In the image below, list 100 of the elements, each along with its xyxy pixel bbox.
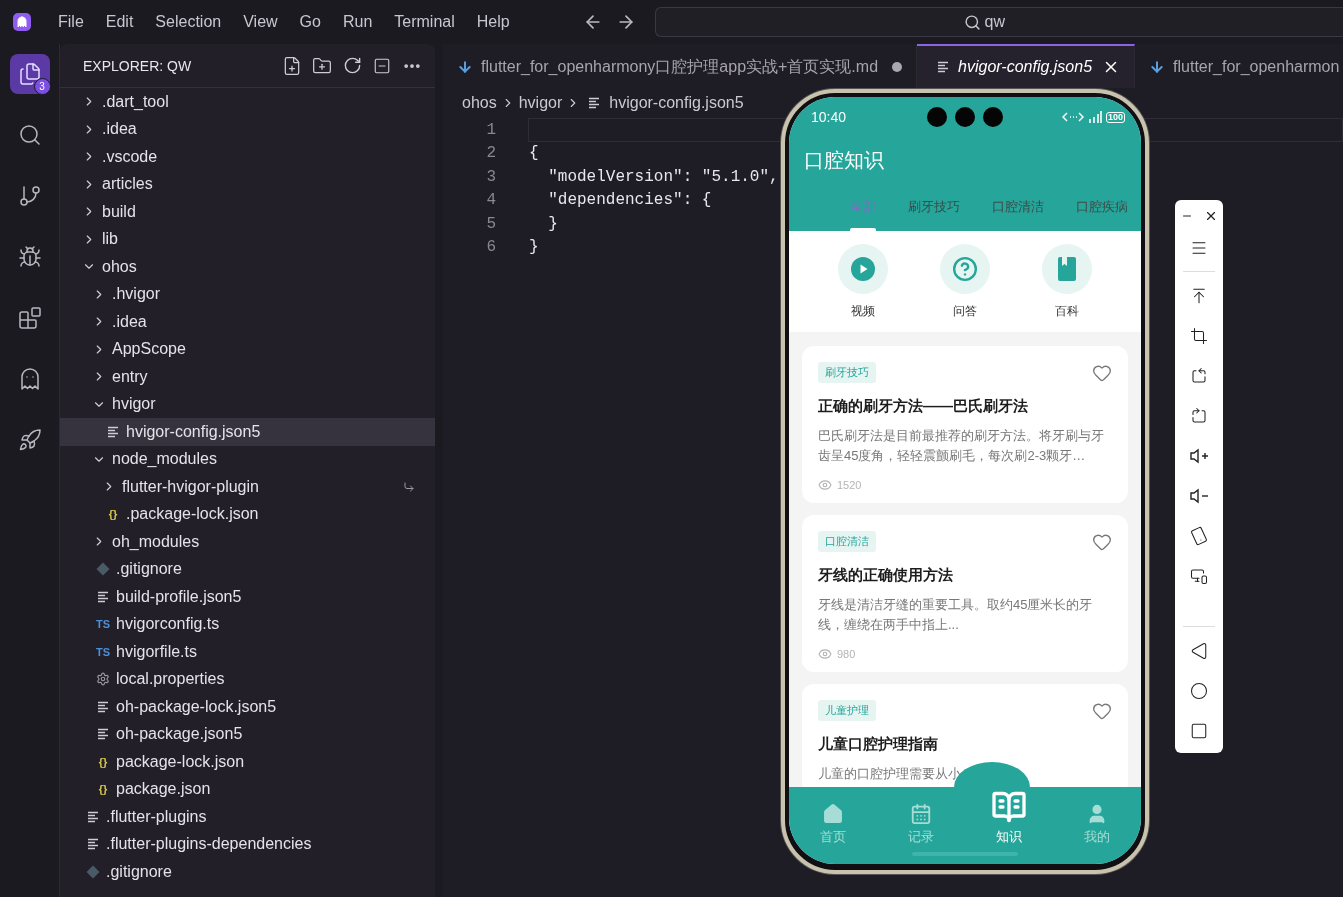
menu-item[interactable]: Run	[331, 13, 384, 31]
tree-item[interactable]: ohos	[60, 253, 435, 281]
tree-item[interactable]: hvigor-config.json5	[60, 418, 435, 446]
page-title: 口腔知识	[803, 148, 885, 173]
editor-tab[interactable]: hvigor-config.json5	[917, 44, 1136, 88]
tree-item[interactable]: articles	[60, 170, 435, 198]
lines-icon	[588, 97, 602, 109]
article-description: 儿童的口腔护理需要从小	[818, 765, 962, 783]
category-tag: 口腔清洁	[818, 531, 876, 552]
tree-item[interactable]: {} package-lock.json	[60, 748, 435, 776]
camera-dot	[927, 107, 947, 127]
code-line: }	[547, 214, 558, 233]
line-number: 2	[485, 144, 496, 163]
tree-item[interactable]: .gitignore	[60, 555, 435, 583]
tree-item[interactable]: AppScope	[60, 335, 435, 363]
devices-icon	[1190, 567, 1208, 585]
view-count: 1520	[837, 479, 862, 491]
line-number: 3	[485, 167, 496, 186]
editor-tab[interactable]: flutter_for_openharmon	[1135, 44, 1343, 88]
activity-button[interactable]: 3	[9, 54, 50, 94]
lines-icon	[937, 61, 951, 73]
blocks-icon	[17, 306, 42, 330]
menu-item[interactable]: Terminal	[383, 13, 466, 31]
article-title: 牙线的正确使用方法	[818, 566, 954, 585]
tree-item[interactable]: flutter-hvigor-plugin	[60, 473, 435, 501]
search-field[interactable]: qw	[654, 7, 1343, 37]
heart-icon[interactable]	[1092, 363, 1112, 383]
menu-item[interactable]: Help	[465, 13, 521, 31]
circle-icon	[1190, 682, 1208, 700]
new-file-icon[interactable]	[282, 55, 302, 76]
back-icon	[1190, 642, 1208, 660]
tree-item[interactable]: lib	[60, 225, 435, 253]
shortcut-button[interactable]	[1042, 244, 1092, 294]
lines-icon	[86, 838, 100, 851]
tree-item[interactable]: .flutter-plugins-dependencies	[60, 830, 435, 858]
eye-icon	[818, 647, 832, 661]
tree-item[interactable]: node_modules	[60, 445, 435, 473]
tree-item[interactable]: build	[60, 198, 435, 226]
tree-item[interactable]: .vscode	[60, 143, 435, 171]
breadcrumb[interactable]: ohos	[462, 94, 497, 112]
gear-icon	[96, 672, 110, 687]
tree-item[interactable]: .idea	[60, 308, 435, 336]
tree-item[interactable]: .gitignore	[60, 858, 435, 886]
tree-item[interactable]: {} .package-lock.json	[60, 500, 435, 528]
question-icon	[952, 256, 978, 282]
article-card[interactable]: 刷牙技巧 正确的刷牙方法——巴氏刷牙法 巴氏刷牙法是目前最推荐的刷牙方法。将牙刷与牙齿呈45度角，轻轻震颤刷毛，每次刷2-3颗牙… 1520	[802, 346, 1128, 503]
breadcrumb[interactable]: hvigor-config.json5	[609, 94, 744, 112]
heart-icon[interactable]	[1092, 701, 1112, 721]
shortcut-label: 百科	[1055, 303, 1079, 320]
article-card[interactable]: 口腔清洁 牙线的正确使用方法 牙线是清洁牙缝的重要工具。取约45厘米长的牙线，缠绕在两手中指上... 980	[802, 515, 1128, 672]
home-icon	[822, 803, 844, 825]
lines-icon	[96, 728, 110, 741]
menu-item[interactable]: File	[47, 13, 95, 31]
tree-item[interactable]: .hvigor	[60, 280, 435, 308]
tree-item[interactable]: entry	[60, 363, 435, 391]
line-number: 5	[485, 214, 496, 233]
arrow-up-to-line-icon	[1190, 287, 1208, 305]
tree-item[interactable]: TS hvigorconfig.ts	[60, 610, 435, 638]
menu-item[interactable]: Edit	[94, 13, 145, 31]
shortcut-button[interactable]	[838, 244, 888, 294]
branch-icon	[17, 184, 42, 208]
tree-item[interactable]: hvigor	[60, 390, 435, 418]
menu-item[interactable]: View	[232, 13, 289, 31]
collapse-icon[interactable]	[373, 56, 391, 75]
tree-item[interactable]: .dart_tool	[60, 88, 435, 116]
volume-up-icon	[1189, 448, 1209, 464]
tree-item[interactable]: {} package.json	[60, 775, 435, 803]
article-description: 巴氏刷牙法是目前最推荐的刷牙方法。将牙刷与牙齿呈45度角，轻轻震颤刷毛，每次刷2-3颗牙…	[818, 427, 1105, 465]
editor-tab[interactable]: flutter_for_openharmony口腔护理app实战+首页实现.md	[443, 44, 918, 88]
code-line: }	[529, 238, 539, 257]
crop-icon	[1190, 327, 1208, 345]
article-card[interactable]: 儿童护理 儿童口腔护理指南 儿童的口腔护理需要从小	[802, 684, 1128, 787]
ts-icon: TS	[96, 643, 111, 660]
category-tag: 儿童护理	[818, 700, 876, 721]
tree-item[interactable]: .idea	[60, 115, 435, 143]
refresh-icon[interactable]	[342, 56, 362, 75]
menu-item[interactable]: Go	[288, 13, 332, 31]
lines-icon	[86, 810, 100, 823]
tree-item[interactable]: oh-package-lock.json5	[60, 693, 435, 721]
bug-icon	[17, 245, 42, 269]
tree-item[interactable]: oh_modules	[60, 528, 435, 556]
code-line: "dependencies": {	[547, 191, 712, 210]
battery-level: 100	[1105, 111, 1125, 123]
diamond-icon	[96, 562, 110, 577]
menu-item[interactable]: Selection	[144, 13, 233, 31]
new-folder-icon[interactable]	[312, 55, 332, 76]
eye-icon	[818, 478, 832, 492]
tree-item[interactable]: .flutter-plugins	[60, 803, 435, 831]
tree-item[interactable]: local.properties	[60, 665, 435, 693]
tree-item[interactable]: oh-package.json5	[60, 720, 435, 748]
count-badge: 3	[33, 78, 51, 95]
article-title: 儿童口腔护理指南	[818, 735, 939, 754]
heart-icon[interactable]	[1092, 532, 1112, 552]
line-number: 6	[485, 238, 496, 257]
shortcut-button[interactable]	[940, 244, 990, 294]
breadcrumb[interactable]: hvigor	[518, 94, 563, 112]
menu-icon	[1190, 239, 1208, 257]
tree-item[interactable]: TS hvigorfile.ts	[60, 638, 435, 666]
tree-item[interactable]: build-profile.json5	[60, 583, 435, 611]
close-icon[interactable]	[1204, 209, 1218, 223]
